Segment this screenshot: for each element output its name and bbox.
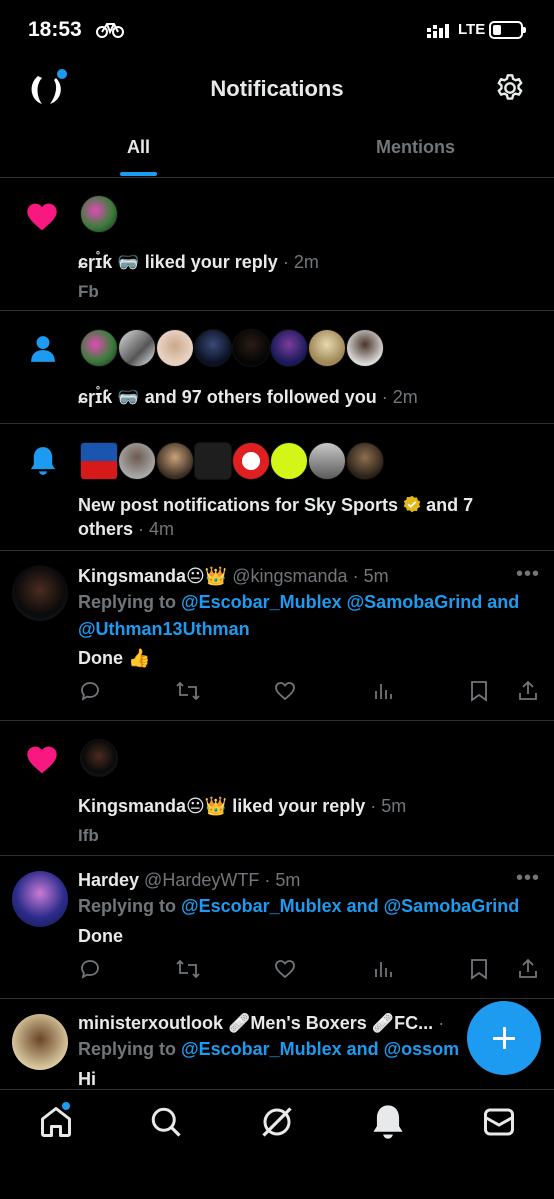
status-time: 18:53 xyxy=(28,18,82,41)
notification-like[interactable]: Kingsmanda😐👑 liked your reply · 5m Ifb xyxy=(0,721,554,856)
search-icon[interactable] xyxy=(148,1104,184,1140)
status-bar: 18:53 LTE xyxy=(0,0,554,60)
views-icon[interactable] xyxy=(371,679,395,703)
gear-icon[interactable] xyxy=(494,72,526,104)
page-title: Notifications xyxy=(210,76,344,101)
notification-like[interactable]: ɕɼɪ̊ƙ 🥽 liked your reply · 2m Fb xyxy=(0,178,554,311)
notification-text: ɕɼɪ̊ƙ 🥽 liked your reply · 2m xyxy=(78,252,319,272)
active-tab-indicator xyxy=(120,172,157,176)
avatar[interactable] xyxy=(80,195,118,233)
avatar[interactable] xyxy=(232,442,270,480)
avatar[interactable] xyxy=(80,739,118,777)
notification-post-alerts[interactable]: New post notifications for Sky Sports an… xyxy=(0,424,554,551)
verified-badge-icon xyxy=(403,495,421,513)
bell-icon[interactable] xyxy=(370,1104,406,1140)
notification-subtext: Ifb xyxy=(78,826,99,845)
actor-avatars xyxy=(80,195,118,233)
avatar[interactable] xyxy=(12,871,68,927)
avatar[interactable] xyxy=(194,442,232,480)
avatar[interactable] xyxy=(232,329,270,367)
like-icon[interactable] xyxy=(273,679,297,703)
battery-icon xyxy=(489,21,526,39)
post-author-line: Hardey @HardeyWTF · 5m xyxy=(78,870,301,890)
avatar[interactable] xyxy=(12,1014,68,1070)
avatar[interactable] xyxy=(156,442,194,480)
avatar[interactable] xyxy=(346,329,384,367)
network-label: LTE xyxy=(458,21,486,38)
home-unread-dot xyxy=(62,1102,70,1110)
grok-icon[interactable] xyxy=(259,1104,295,1140)
avatar[interactable] xyxy=(308,329,346,367)
reply-icon[interactable] xyxy=(78,679,102,703)
bike-icon xyxy=(96,23,124,38)
avatar[interactable] xyxy=(194,329,232,367)
avatar[interactable] xyxy=(12,565,68,621)
post-body: Done 👍 xyxy=(78,648,151,668)
avatar[interactable] xyxy=(156,329,194,367)
bookmark-icon[interactable] xyxy=(468,679,490,703)
post-actions xyxy=(78,957,542,981)
notification-text: New post notifications for Sky Sports an… xyxy=(78,495,474,539)
avatar[interactable] xyxy=(270,442,308,480)
actor-avatars xyxy=(80,442,384,480)
post-author-line: ministerxoutlook 🩹Men's Boxers 🩹FC... · xyxy=(78,1013,445,1033)
home-icon[interactable] xyxy=(38,1104,74,1140)
more-options-icon[interactable]: ••• xyxy=(516,867,540,890)
share-icon[interactable] xyxy=(516,679,540,703)
avatar[interactable] xyxy=(346,442,384,480)
avatar[interactable] xyxy=(118,442,156,480)
reply-post[interactable]: Kingsmanda😐👑 @kingsmanda · 5m ••• Replyi… xyxy=(0,551,554,721)
post-author-line: Kingsmanda😐👑 @kingsmanda · 5m xyxy=(78,566,389,586)
replying-to: Replying to @Escobar_Mublex and @SamobaG… xyxy=(78,896,520,916)
bookmark-icon[interactable] xyxy=(468,957,490,981)
tab-mentions[interactable]: Mentions xyxy=(277,122,554,178)
post-actions xyxy=(78,679,542,703)
like-icon[interactable] xyxy=(273,957,297,981)
retweet-icon[interactable] xyxy=(175,679,201,703)
messages-icon[interactable] xyxy=(481,1104,517,1140)
notification-text: Kingsmanda😐👑 liked your reply · 5m xyxy=(78,796,407,816)
actor-avatars xyxy=(80,739,118,777)
avatar[interactable] xyxy=(80,442,118,480)
heart-icon xyxy=(27,746,57,774)
bottom-navigation xyxy=(0,1089,554,1199)
reply-icon[interactable] xyxy=(78,957,102,981)
signal-icon xyxy=(427,24,449,38)
share-icon[interactable] xyxy=(516,957,540,981)
retweet-icon[interactable] xyxy=(175,957,201,981)
notification-follow[interactable]: ɕɼɪ̊ƙ 🥽 and 97 others followed you · 2m xyxy=(0,311,554,424)
actor-avatars xyxy=(80,329,384,367)
compose-button[interactable] xyxy=(467,1001,541,1075)
avatar[interactable] xyxy=(270,329,308,367)
more-options-icon[interactable]: ••• xyxy=(516,563,540,586)
notification-text: ɕɼɪ̊ƙ 🥽 and 97 others followed you · 2m xyxy=(78,387,418,407)
notification-tabs: All Mentions xyxy=(0,122,554,178)
person-icon xyxy=(31,336,55,362)
top-app-bar: Notifications xyxy=(0,60,554,118)
reply-post[interactable]: Hardey @HardeyWTF · 5m ••• Replying to @… xyxy=(0,856,554,999)
replying-to: Replying to @Escobar_Mublex @SamobaGrind… xyxy=(78,592,520,639)
heart-icon xyxy=(27,203,57,231)
avatar[interactable] xyxy=(80,329,118,367)
post-body: Hi xyxy=(78,1069,96,1089)
bell-icon xyxy=(30,447,56,475)
tab-all[interactable]: All xyxy=(0,122,277,178)
avatar[interactable] xyxy=(308,442,346,480)
notification-subtext: Fb xyxy=(78,282,99,301)
post-body: Done xyxy=(78,926,123,946)
avatar[interactable] xyxy=(118,329,156,367)
views-icon[interactable] xyxy=(371,957,395,981)
